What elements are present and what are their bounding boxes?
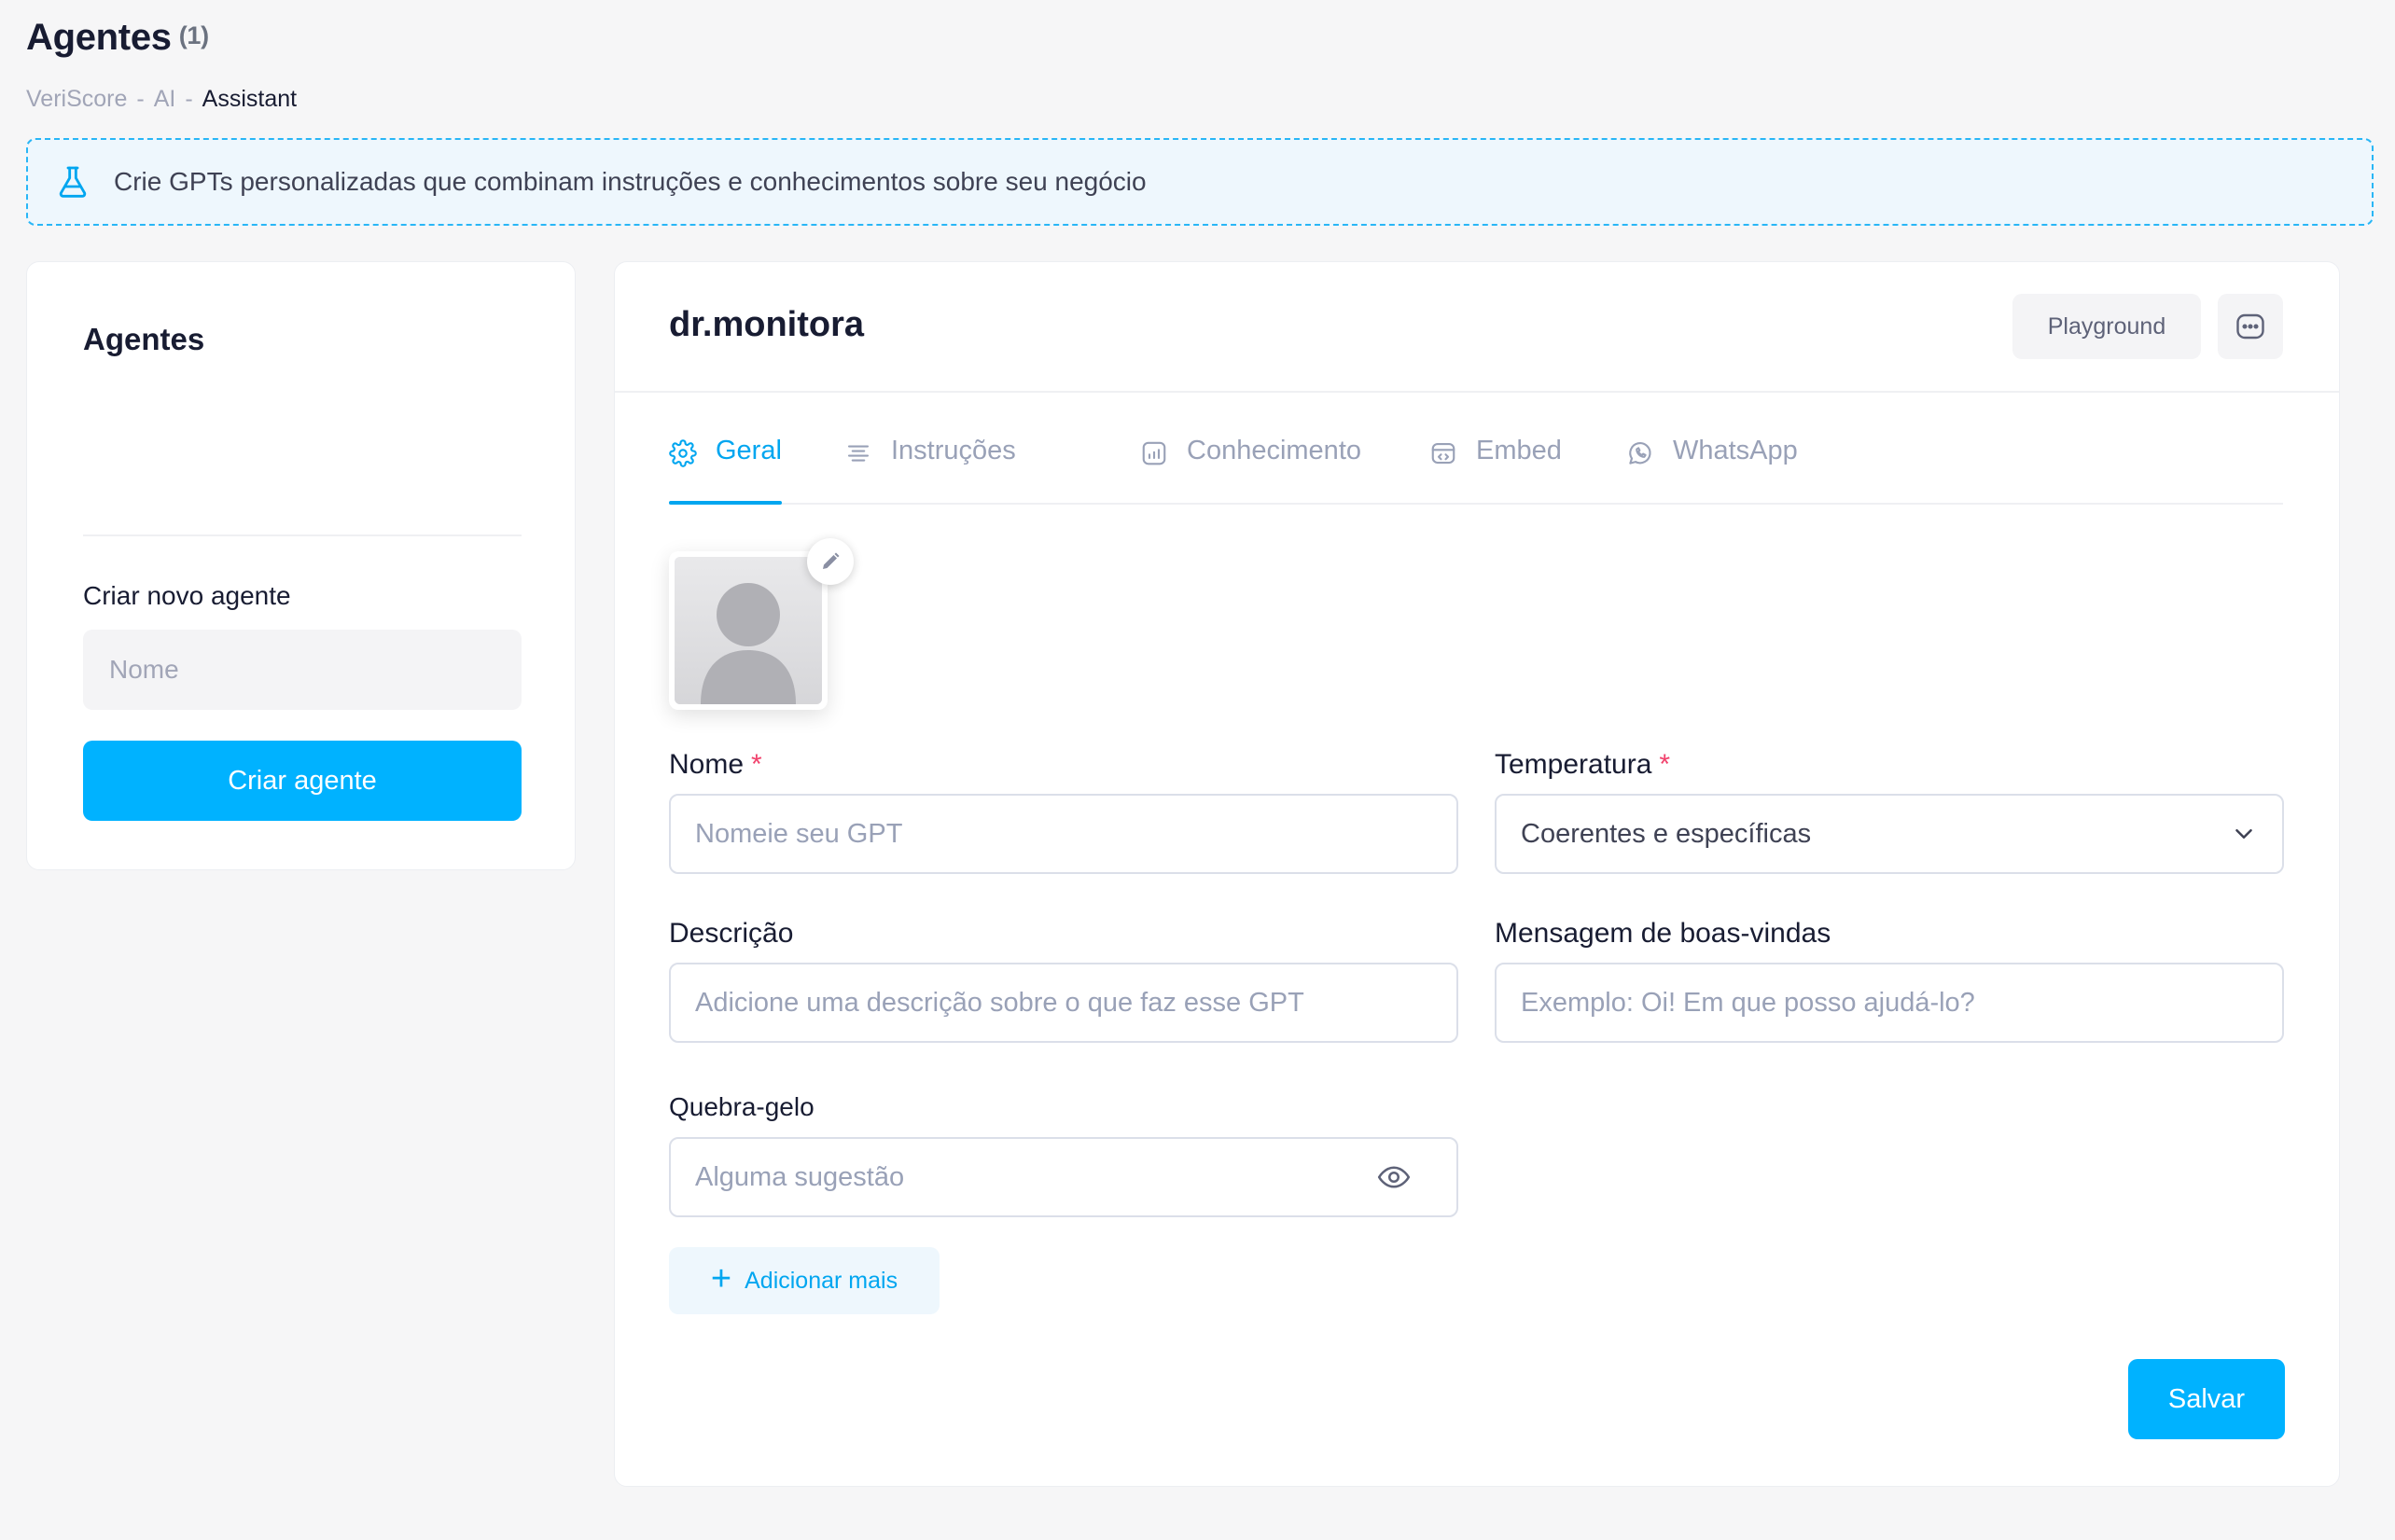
page-title-text: Agentes [26,17,172,58]
add-more-button[interactable]: + Adicionar mais [669,1247,940,1314]
descricao-label: Descrição [669,918,794,949]
more-options-button[interactable] [2218,294,2283,359]
sidebar-title: Agentes [83,322,205,356]
nome-input[interactable] [669,794,1458,874]
mensagem-label: Mensagem de boas-vindas [1495,918,1831,949]
breadcrumb: VeriScore - AI - Assistant [26,86,297,113]
agent-editor-card: dr.monitora Playground Geral Instruções [614,261,2340,1487]
pencil-icon [823,552,840,569]
breadcrumb-item-veriscore[interactable]: VeriScore [26,86,127,112]
more-horizontal-icon [2236,313,2264,340]
tab-label: Embed [1476,436,1562,465]
nome-label-text: Nome [669,749,745,780]
temperatura-select[interactable]: Coerentes e específicas [1495,794,2284,874]
tab-label: WhatsApp [1673,436,1798,465]
flask-icon [59,166,87,198]
user-placeholder-icon [675,557,822,704]
chart-icon [1142,441,1166,465]
required-mark: * [751,749,762,780]
align-left-icon [847,445,870,462]
save-button[interactable]: Salvar [2128,1359,2285,1439]
tab-instrucoes[interactable]: Instruções [844,436,1016,503]
add-more-label: Adicionar mais [745,1267,898,1294]
agents-sidebar-card: Agentes Criar novo agente Criar agente [26,261,576,870]
tab-conhecimento[interactable]: Conhecimento [1140,436,1361,503]
breadcrumb-item-assistant: Assistant [202,86,298,112]
descricao-input[interactable] [669,963,1458,1043]
nome-label: Nome * [669,749,762,781]
header-divider [615,391,2339,393]
whatsapp-icon [1629,442,1651,465]
temperatura-label-text: Temperatura [1495,749,1652,780]
embed-icon [1431,442,1455,465]
quebra-gelo-input[interactable] [669,1137,1458,1217]
tab-bar: Geral Instruções Conhecimento Embed What… [669,436,2283,505]
tab-label: Geral [716,436,782,465]
breadcrumb-separator: - [136,86,145,112]
breadcrumb-item-ai[interactable]: AI [154,86,176,112]
info-notice: Crie GPTs personalizadas que combinam in… [26,138,2374,226]
avatar-uploader [669,538,854,710]
plus-icon: + [710,1259,732,1298]
breadcrumb-separator: - [185,86,193,112]
required-mark: * [1659,749,1671,780]
eye-icon[interactable] [1376,1159,1412,1195]
mensagem-input[interactable] [1495,963,2284,1043]
chevron-down-icon [2235,829,2252,839]
create-agent-button[interactable]: Criar agente [83,741,522,821]
gear-icon [669,439,697,467]
new-agent-name-input[interactable] [83,630,522,710]
tab-label: Instruções [891,436,1016,465]
create-agent-label: Criar novo agente [83,581,291,610]
tab-whatsapp[interactable]: WhatsApp [1626,436,1798,503]
tab-geral[interactable]: Geral [669,436,782,505]
edit-avatar-button[interactable] [807,538,854,585]
quebra-gelo-label: Quebra-gelo [669,1092,815,1121]
tab-embed[interactable]: Embed [1429,436,1562,503]
divider [83,534,522,536]
agent-count: (1) [178,21,209,49]
temperatura-value: Coerentes e específicas [1521,818,1812,849]
notice-text: Crie GPTs personalizadas que combinam in… [114,167,1147,196]
temperatura-label: Temperatura * [1495,749,1670,781]
tab-label: Conhecimento [1187,436,1361,465]
avatar[interactable] [669,551,828,710]
page-title: Agentes (1) [26,17,209,59]
agent-name-title: dr.monitora [669,305,865,344]
playground-button[interactable]: Playground [2012,294,2201,359]
